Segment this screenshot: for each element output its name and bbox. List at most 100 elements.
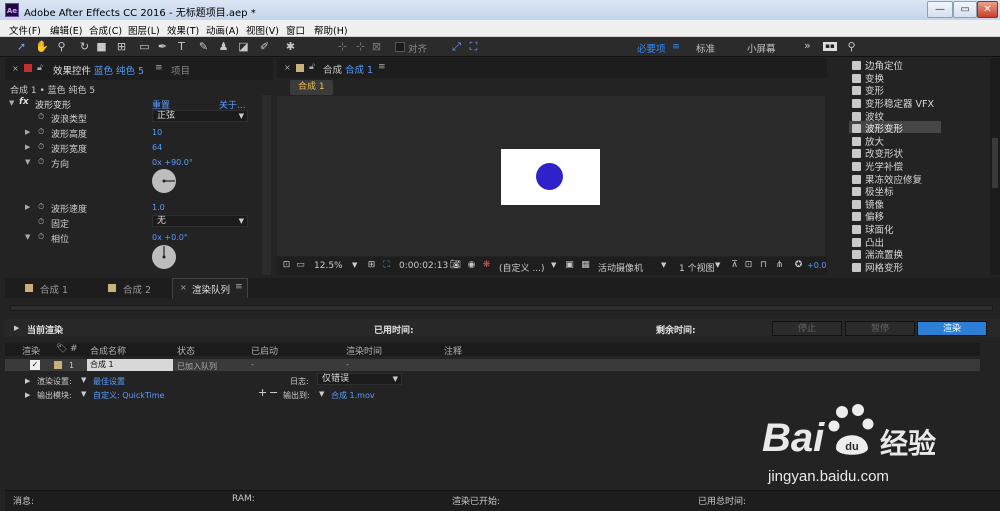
fx-icon[interactable]: fx — [19, 97, 29, 107]
pan-behind-tool-icon[interactable]: ⊞ — [115, 40, 128, 53]
pen-tool-icon[interactable]: ✒ — [156, 40, 169, 53]
wave-height-value[interactable]: 10 — [152, 128, 162, 137]
effect-item[interactable]: 极坐标 — [852, 184, 894, 198]
clone-stamp-tool-icon[interactable]: ♟ — [217, 40, 230, 53]
lock-icon[interactable]: 🔓︎ — [309, 62, 315, 72]
effect-item[interactable]: 球面化 — [852, 222, 894, 236]
workspace-essentials-menu-icon[interactable]: ≡ — [672, 41, 680, 52]
effect-controls-menu-icon[interactable]: ≡ — [155, 63, 163, 73]
current-timecode[interactable]: 0:00:02:13 — [399, 261, 448, 271]
menu-composition[interactable]: 合成(C) — [89, 23, 122, 37]
stopwatch-icon[interactable]: ⏱︎ — [38, 217, 44, 227]
effect-expand-icon[interactable]: ▼ — [9, 99, 14, 107]
puppet-tool-icon[interactable]: ✱ — [284, 40, 297, 53]
effect-item[interactable]: 湍流置换 — [852, 247, 903, 261]
flowchart-icon[interactable]: ⋔ — [773, 259, 786, 272]
workspace-small-screen[interactable]: 小屏幕 — [747, 41, 776, 55]
snap-checkbox[interactable] — [395, 42, 405, 52]
expand-icon[interactable]: ▶ — [25, 128, 30, 136]
collapse-icon[interactable]: ▼ — [25, 233, 30, 241]
region-of-interest-icon[interactable]: ▣ — [563, 259, 576, 272]
pinning-dropdown[interactable]: 无 ▼ — [152, 215, 248, 227]
col-comment[interactable]: 注释 — [444, 344, 462, 357]
phase-dial[interactable] — [151, 244, 177, 270]
expand-icon[interactable]: ▶ — [25, 143, 30, 151]
maximize-button[interactable]: ▭ — [953, 1, 977, 18]
stopwatch-icon[interactable]: ⏱︎ — [38, 127, 44, 137]
zoom-tool-icon[interactable]: ⚲ — [55, 40, 68, 53]
output-module-chevron-icon[interactable]: ▼ — [81, 390, 86, 398]
comp-solid-layer[interactable] — [501, 149, 600, 205]
snap-grid-icon[interactable]: ⛶ — [467, 40, 480, 53]
effect-item-selected[interactable]: 波形变形 — [852, 121, 903, 135]
tab-comp-1[interactable]: 合成 1 — [40, 282, 68, 296]
world-axis-icon[interactable]: ⊹ — [354, 40, 367, 53]
local-axis-icon[interactable]: ⊹ — [336, 40, 349, 53]
menu-view[interactable]: 视图(V) — [246, 23, 279, 37]
toggle-mask-icon[interactable]: ⛶ — [380, 259, 393, 272]
col-label-tag-icon[interactable]: 🏷︎ — [56, 344, 67, 354]
hand-tool-icon[interactable]: ✋ — [35, 40, 49, 53]
exposure-value[interactable]: +0.0 — [807, 261, 826, 270]
composition-menu-icon[interactable]: ≡ — [378, 62, 386, 72]
lock-icon[interactable]: 🔓︎ — [37, 63, 43, 73]
output-module-value[interactable]: 自定义: QuickTime — [93, 390, 164, 401]
composition-tab-name[interactable]: 合成 1 — [345, 62, 373, 76]
render-button[interactable]: 渲染 — [917, 321, 987, 336]
wave-type-dropdown[interactable]: 正弦 ▼ — [152, 110, 248, 122]
stopwatch-icon[interactable]: ⏱︎ — [38, 202, 44, 212]
collapse-icon[interactable]: ▼ — [25, 158, 30, 166]
menu-effect[interactable]: 效果(T) — [167, 23, 199, 37]
remove-output-module-button[interactable]: − — [269, 386, 278, 399]
pause-button[interactable]: 暂停 — [845, 321, 915, 336]
scrollbar-thumb[interactable] — [992, 138, 998, 188]
direction-value[interactable]: 0x +90.0° — [152, 158, 193, 167]
type-tool-icon[interactable]: T — [175, 40, 188, 53]
active-camera-select[interactable]: 活动摄像机 — [598, 261, 643, 274]
stop-button[interactable]: 停止 — [772, 321, 842, 336]
tab-render-queue[interactable]: × 渲染队列 ≡ — [172, 278, 248, 298]
camera-tool-icon[interactable]: ■ — [95, 40, 108, 53]
effects-list-scrollbar[interactable] — [990, 58, 1000, 275]
col-status[interactable]: 状态 — [177, 344, 195, 357]
expand-icon[interactable]: ▶ — [25, 391, 30, 399]
workspace-overflow-button[interactable]: » — [804, 39, 811, 52]
always-preview-icon[interactable]: ⊡ — [280, 259, 293, 272]
stopwatch-icon[interactable]: ⏱︎ — [38, 157, 44, 167]
phase-value[interactable]: 0x +0.0° — [152, 233, 188, 242]
resolution-chevron-down-icon[interactable]: ▼ — [551, 261, 556, 269]
effect-controls-tab[interactable]: 效果控件 — [53, 63, 91, 77]
rotate-tool-icon[interactable]: ↻ — [78, 40, 91, 53]
label-color-icon[interactable] — [54, 361, 62, 369]
menu-edit[interactable]: 编辑(E) — [50, 23, 82, 37]
workspace-essentials[interactable]: 必要项 — [637, 41, 666, 55]
brush-tool-icon[interactable]: ✎ — [197, 40, 210, 53]
render-checkbox[interactable]: ✓ — [30, 360, 40, 370]
menu-window[interactable]: 窗口 — [286, 23, 305, 37]
effect-controls-scrollbar[interactable] — [262, 95, 271, 275]
selection-tool-icon[interactable]: ➚ — [15, 40, 28, 53]
rectangle-tool-icon[interactable]: ▭ — [138, 40, 151, 53]
snapshot-camera-icon[interactable]: 📷︎ — [449, 259, 462, 272]
wave-speed-value[interactable]: 1.0 — [152, 203, 165, 212]
transparency-grid-icon[interactable]: ▦ — [579, 259, 592, 272]
menu-layer[interactable]: 图层(L) — [128, 23, 160, 37]
zoom-level[interactable]: 12.5% — [314, 261, 343, 271]
effect-item[interactable]: 改变形状 — [852, 146, 903, 160]
render-queue-menu-icon[interactable]: ≡ — [235, 282, 243, 292]
fast-previews-icon[interactable]: ⊡ — [742, 259, 755, 272]
menu-animation[interactable]: 动画(A) — [206, 23, 239, 37]
view-axis-icon[interactable]: ⊠ — [370, 40, 383, 53]
render-settings-value[interactable]: 最佳设置 — [93, 376, 125, 387]
reset-exposure-icon[interactable]: ✪ — [792, 259, 805, 272]
expand-icon[interactable]: ▶ — [25, 203, 30, 211]
log-dropdown[interactable]: 仅错误 ▼ — [317, 373, 402, 385]
composition-viewer[interactable] — [277, 96, 825, 256]
col-comp-name[interactable]: 合成名称 — [90, 344, 126, 357]
stopwatch-icon[interactable]: ⏱︎ — [38, 232, 44, 242]
effect-item[interactable]: 变形 — [852, 83, 884, 97]
workspace-keyboard-icon[interactable]: ▪▪ — [823, 42, 837, 51]
toggle-pixel-aspect-icon[interactable]: ⊼ — [728, 259, 741, 272]
render-settings-chevron-icon[interactable]: ▼ — [81, 376, 86, 384]
project-tab[interactable]: 项目 — [171, 63, 190, 77]
